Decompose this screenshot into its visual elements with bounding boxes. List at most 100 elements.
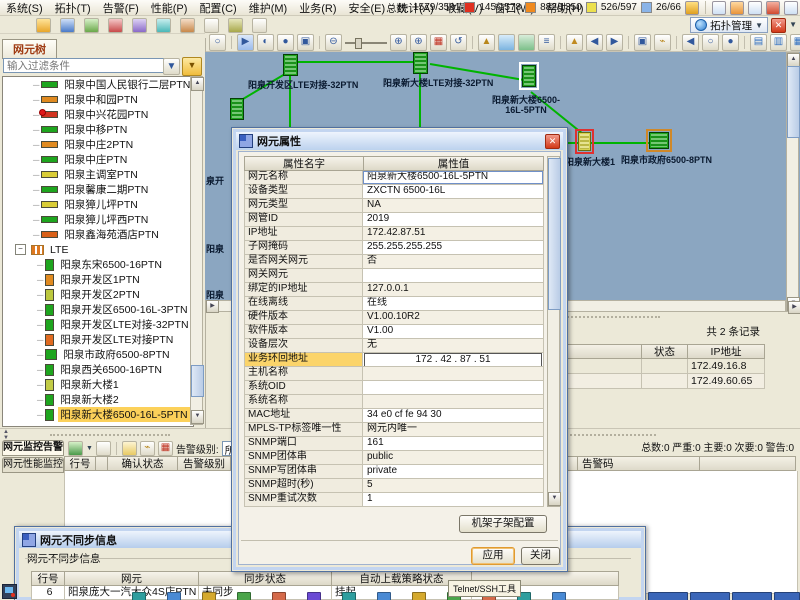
filter-input[interactable] [3, 58, 164, 73]
property-row[interactable]: 系统OID [244, 381, 544, 395]
major-alarm-icon[interactable] [525, 2, 536, 13]
collapse-icon[interactable]: − [15, 244, 26, 255]
toolbar-icon-open[interactable] [60, 18, 75, 33]
property-row[interactable]: MAC地址34 e0 cf fe 94 30 [244, 409, 544, 423]
column-header-icon[interactable] [96, 456, 108, 471]
layer-up-icon[interactable]: ▲ [566, 34, 583, 51]
column-header-level[interactable]: 告警级别 [178, 456, 231, 471]
rack-config-button[interactable]: 机架子架配置 [459, 515, 547, 533]
minor-alarm-icon[interactable] [586, 2, 597, 13]
property-row[interactable]: 设备层次无 [244, 339, 544, 353]
toolbar-icon-new[interactable] [36, 18, 51, 33]
alarm-template-icon[interactable]: ▦ [158, 441, 173, 456]
tree-item[interactable]: ─阳泉獐儿坪西PTN [3, 212, 193, 227]
critical-alarm-icon[interactable] [464, 2, 475, 13]
zoom-in-icon[interactable]: ⊕ [390, 34, 407, 51]
tree-item[interactable]: ─阳泉主调室PTN [3, 167, 193, 182]
scrollbar-thumb[interactable] [787, 66, 800, 138]
wrench-icon[interactable]: ⌁ [140, 441, 155, 456]
apply-button[interactable]: 应用 [471, 547, 515, 565]
menu-topology[interactable]: 拓扑(T) [49, 0, 97, 16]
tab-ne-performance-monitor[interactable]: 网元性能监控 [2, 457, 64, 473]
tree-item[interactable]: ─阳泉市政府6500-8PTN [3, 347, 193, 362]
property-row[interactable]: IP地址172.42.87.51 [244, 227, 544, 241]
table-cell-status[interactable] [642, 359, 688, 374]
dialog-titlebar[interactable]: 网元属性 ✕ [236, 132, 563, 150]
tree-item[interactable]: ─阳泉西关6500-16PTN [3, 362, 193, 377]
menu-performance[interactable]: 性能(P) [145, 0, 194, 16]
tree-item[interactable]: ─阳泉开发区1PTN [3, 272, 193, 287]
column-header-ne[interactable]: 网元 [65, 571, 199, 586]
splitter[interactable] [560, 316, 660, 318]
tree-item[interactable]: ─阳泉开发区2PTN [3, 287, 193, 302]
scrollbar-thumb[interactable] [548, 158, 561, 310]
image-export-icon[interactable] [518, 34, 535, 51]
menu-security[interactable]: 安全(E) [343, 0, 392, 16]
tree-item[interactable]: ─阳泉中庄PTN [3, 152, 193, 167]
zoom-window-icon[interactable]: ⊕ [410, 34, 427, 51]
dialog-close-icon[interactable]: ✕ [545, 134, 560, 149]
tree-item[interactable]: ─阳泉开发区6500-16L-3PTN [3, 302, 193, 317]
menu-service[interactable]: 业务(R) [293, 0, 342, 16]
tree-item[interactable]: ─阳泉鑫海苑酒店PTN [3, 227, 193, 242]
property-row[interactable]: SNMP写团体串private [244, 465, 544, 479]
export-excel-icon[interactable] [68, 441, 83, 456]
toolbar-icon-find[interactable] [204, 18, 219, 33]
zoom-slider[interactable] [345, 36, 387, 49]
toolbar-icon-cut[interactable] [132, 18, 147, 33]
property-row[interactable]: 系统名称 [244, 395, 544, 409]
view-cascade-icon[interactable]: ▦ [790, 34, 800, 51]
property-row[interactable]: 是否网关网元否 [244, 255, 544, 269]
back-icon[interactable]: ◀ [586, 34, 603, 51]
loopback-address-input[interactable]: 172 . 42 . 87 . 51 [364, 353, 542, 366]
chart-icon-4[interactable] [766, 1, 780, 15]
column-header[interactable] [700, 456, 796, 471]
column-header-rowno[interactable]: 行号 [64, 456, 96, 471]
map-vertical-scrollbar[interactable]: ▲ ▼ [786, 52, 799, 312]
tree-item[interactable]: ─阳泉馨康二期PTN [3, 182, 193, 197]
table-cell-status[interactable] [642, 374, 688, 389]
filter-apply-icon[interactable]: ▼ [182, 57, 202, 76]
menu-alarm[interactable]: 告警(F) [97, 0, 145, 16]
clock-icon[interactable]: ○ [702, 34, 719, 51]
property-row[interactable]: 软件版本V1.00 [244, 325, 544, 339]
ne-node[interactable] [283, 54, 298, 76]
legend-icon[interactable]: ≡ [538, 34, 555, 51]
tree-item-selected[interactable]: ─阳泉新大楼6500-16L-5PTN [3, 407, 193, 422]
chart-icon-5[interactable] [784, 1, 798, 15]
toolbar-icon-save[interactable] [84, 18, 99, 33]
window-icon[interactable]: ▣ [634, 34, 651, 51]
toolbar-icon-copy[interactable] [156, 18, 171, 33]
menu-config[interactable]: 配置(C) [193, 0, 242, 16]
tab-ne-alarm-monitor[interactable]: 网元监控告警 [2, 440, 64, 456]
table-cell-ip[interactable]: 172.49.16.8 [688, 359, 765, 374]
ne-node[interactable] [649, 132, 669, 149]
tab-ne-tree[interactable]: 网元树 [2, 39, 57, 59]
tree-item[interactable]: ─阳泉中移PTN [3, 122, 193, 137]
column-header-ackstate[interactable]: 确认状态 [108, 456, 178, 471]
snapshot-icon[interactable] [498, 34, 515, 51]
tree-item[interactable]: ─阳泉中兴花园PTN [3, 107, 193, 122]
property-row[interactable]: 子网掩码255.255.255.255 [244, 241, 544, 255]
dialog-scrollbar[interactable]: ▼ [547, 156, 560, 507]
tree-item[interactable]: ─阳泉中国人民银行二层PTN [3, 77, 193, 92]
ne-node[interactable] [413, 52, 428, 74]
ne-node-selected[interactable] [522, 65, 536, 87]
return-icon[interactable]: ◀ [682, 34, 699, 51]
column-header-ip[interactable]: IP地址 [688, 344, 765, 359]
property-row[interactable]: 网元名称阳泉新大楼6500-16L-5PTN [244, 171, 544, 185]
column-header-alarmcode[interactable]: 告警码 [578, 456, 700, 471]
table-cell-ip[interactable]: 172.49.60.65 [688, 374, 765, 389]
close-button[interactable]: 关闭 [521, 547, 560, 565]
tree-item[interactable]: ─阳泉新大楼1 [3, 377, 193, 392]
tree-group-lte[interactable]: −LTE [3, 242, 193, 257]
view-table-icon[interactable]: ▥ [770, 34, 787, 51]
scroll-down-icon[interactable]: ▼ [191, 410, 204, 424]
property-row[interactable]: 在线离线在线 [244, 297, 544, 311]
lock-icon[interactable]: ▲ [478, 34, 495, 51]
console-icon[interactable] [2, 584, 17, 599]
property-row[interactable]: 硬件版本V1.00.10R2 [244, 311, 544, 325]
property-row[interactable]: SNMP重试次数1 [244, 493, 544, 507]
tree-item[interactable]: ─阳泉开发区LTE对接PTN [3, 332, 193, 347]
scroll-down-icon[interactable]: ▼ [548, 492, 561, 506]
